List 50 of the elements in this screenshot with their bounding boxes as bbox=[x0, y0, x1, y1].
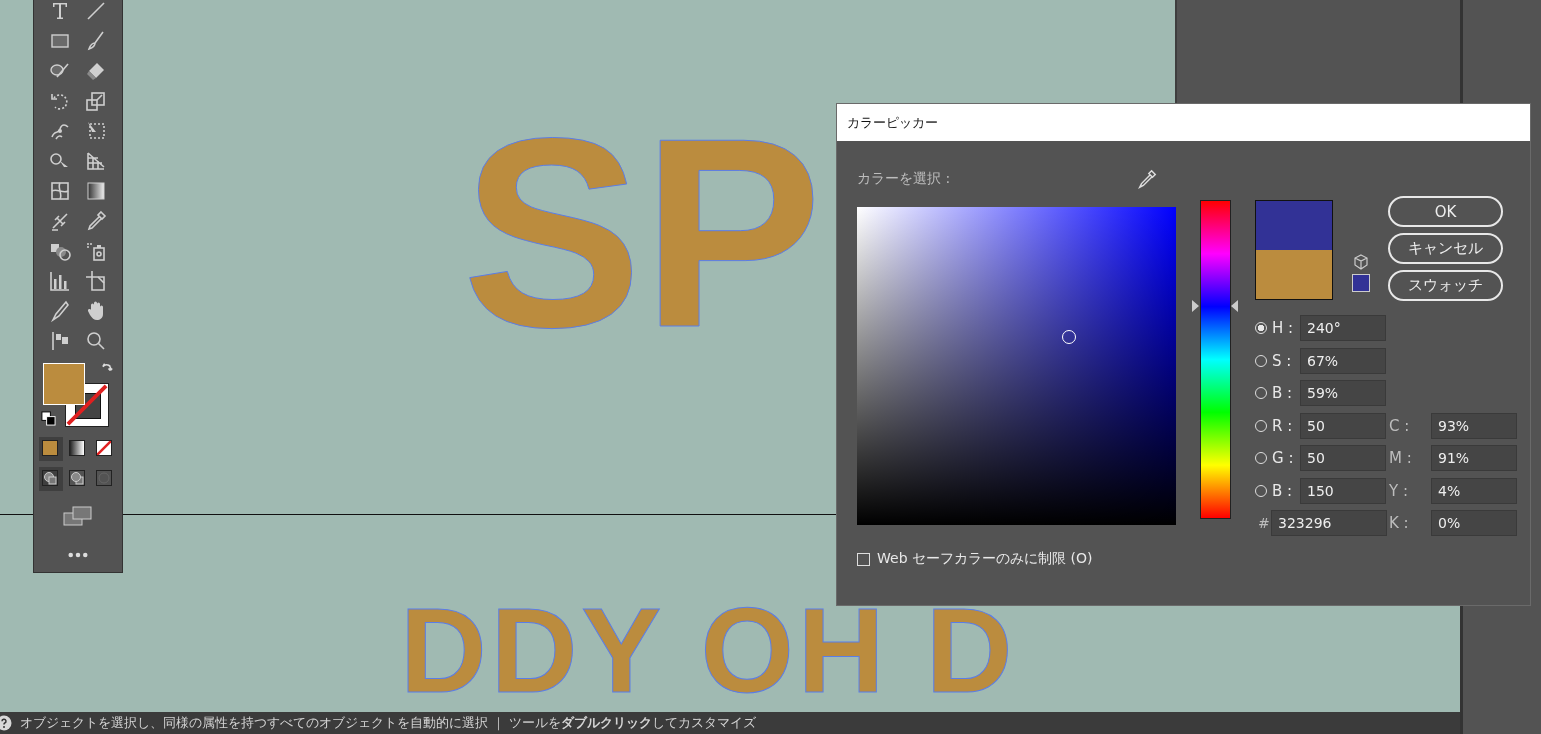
bar-chart-icon bbox=[48, 269, 72, 293]
dialog-title: カラーピッカー bbox=[847, 113, 938, 132]
field-label: H : bbox=[1272, 319, 1294, 337]
value-field[interactable]: 59% bbox=[1300, 380, 1386, 406]
web-color-swatch[interactable] bbox=[1352, 274, 1370, 292]
value-field[interactable]: 150 bbox=[1300, 477, 1386, 504]
cmyk-label: M : bbox=[1388, 449, 1413, 467]
color-mode-button[interactable] bbox=[39, 437, 63, 461]
web-safe-checkbox[interactable]: Web セーフカラーのみに制限 (O) bbox=[857, 550, 1176, 568]
value-field[interactable]: 4% bbox=[1431, 477, 1517, 504]
color-field[interactable] bbox=[857, 207, 1176, 525]
dialog-button[interactable]: キャンセル bbox=[1388, 233, 1503, 264]
artwork-lettering: DDY OH D bbox=[400, 590, 1017, 710]
more-icon[interactable] bbox=[68, 552, 88, 558]
draw-normal-button[interactable] bbox=[39, 467, 63, 491]
dialog-button[interactable]: スウォッチ bbox=[1388, 270, 1503, 301]
value-field[interactable]: 93% bbox=[1431, 412, 1517, 439]
screen-mode-icon[interactable] bbox=[63, 505, 93, 527]
cmyk-label: C : bbox=[1388, 416, 1411, 435]
gradient-icon bbox=[84, 179, 108, 203]
hue-slider[interactable] bbox=[1192, 200, 1239, 519]
value-field[interactable]: 67% bbox=[1300, 347, 1386, 374]
value-field[interactable]: 50 bbox=[1300, 412, 1386, 439]
default-colors-icon[interactable] bbox=[41, 411, 56, 426]
eyedropper-icon[interactable] bbox=[1136, 168, 1158, 190]
value-field[interactable]: 50 bbox=[1300, 445, 1386, 471]
value-field[interactable]: 0% bbox=[1431, 510, 1517, 536]
mesh-icon bbox=[48, 179, 72, 203]
fill-swatch[interactable] bbox=[43, 363, 85, 405]
cmyk-label: K : bbox=[1388, 514, 1410, 532]
knife-icon bbox=[48, 299, 72, 323]
select-color-label: カラーを選択 : bbox=[857, 170, 951, 188]
dialog-button[interactable]: OK bbox=[1388, 196, 1503, 227]
artboard-icon bbox=[84, 269, 108, 293]
value-field[interactable]: 91% bbox=[1431, 445, 1517, 471]
artwork-lettering: SP bbox=[462, 98, 823, 368]
hue-slider-handle[interactable] bbox=[1192, 300, 1238, 313]
field-label: S : bbox=[1272, 351, 1292, 370]
cube-icon bbox=[1353, 254, 1369, 270]
scale-icon bbox=[84, 89, 108, 113]
cmyk-label: Y : bbox=[1388, 481, 1409, 500]
radio-button[interactable] bbox=[1255, 322, 1267, 334]
hex-field[interactable]: 323296 bbox=[1271, 510, 1387, 536]
status-text: オブジェクトを選択し、同様の属性を持つすべてのオブジェクトを自動的に選択 ｜ ツールをダブルクリックしてカスタマイズ bbox=[20, 714, 757, 732]
value-field[interactable]: 240° bbox=[1300, 315, 1386, 341]
field-label: R : bbox=[1272, 416, 1293, 435]
help-icon[interactable] bbox=[0, 715, 12, 731]
field-label: G : bbox=[1272, 449, 1294, 467]
field-label: B : bbox=[1272, 481, 1293, 500]
field-label: B : bbox=[1272, 384, 1293, 402]
